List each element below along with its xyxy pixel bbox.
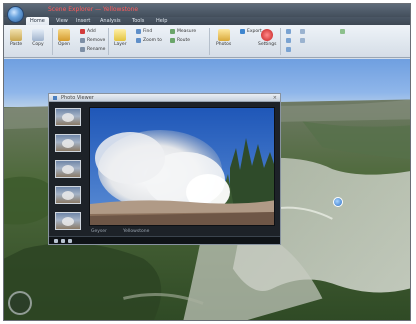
paste-icon (10, 29, 23, 41)
copy-label: Copy (32, 42, 44, 47)
gear-icon (261, 29, 274, 41)
tab-view[interactable]: View (52, 17, 72, 25)
thumbnail[interactable] (55, 134, 81, 152)
geyser-photo (90, 108, 274, 225)
dialog-title: Photo Viewer (61, 95, 94, 101)
placemark-icon[interactable] (333, 197, 343, 207)
option-icon (286, 29, 291, 34)
ribbon-tabs: Home View Insert Analysis Tools Help (4, 17, 410, 25)
layer-icon (114, 29, 127, 41)
layer-button[interactable]: Layer (114, 29, 127, 47)
ribbon-separator (209, 28, 210, 55)
thumbnail[interactable] (55, 212, 81, 230)
rename-label: Rename (87, 47, 106, 52)
remove-label: Remove (87, 38, 106, 43)
play-icon[interactable] (61, 239, 65, 243)
thumbnail[interactable] (55, 186, 81, 204)
layer-label: Layer (114, 42, 127, 47)
find-label: Find (143, 29, 153, 34)
close-icon[interactable]: × (273, 95, 277, 101)
zoom-to-label: Zoom to (143, 38, 162, 43)
ribbon-separator (52, 28, 53, 55)
measure-label: Measure (177, 29, 197, 34)
photo-icon (53, 96, 57, 100)
photo-viewer-dialog: Photo Viewer × Geyser Yellowstone (48, 93, 281, 245)
ribbon-option-5[interactable] (300, 38, 307, 43)
compass-icon[interactable] (8, 291, 32, 315)
settings-button[interactable]: Settings (258, 29, 276, 47)
next-icon[interactable] (68, 239, 72, 243)
globe-icon[interactable] (7, 6, 24, 23)
folder-icon (58, 29, 71, 41)
dialog-title-bar[interactable]: Photo Viewer × (49, 94, 280, 102)
ribbon-separator (280, 28, 281, 55)
ribbon-separator (108, 28, 109, 55)
option-icon (286, 38, 291, 43)
remove-icon (80, 38, 85, 43)
app-window: Scene Explorer — Yellowstone Home View I… (3, 3, 411, 321)
ribbon-option-1[interactable] (286, 29, 293, 34)
tab-insert[interactable]: Insert (72, 17, 94, 25)
export-icon (240, 29, 245, 34)
ribbon-option-6[interactable] (340, 29, 347, 34)
route-icon (170, 38, 175, 43)
open-label: Open (58, 42, 71, 47)
rename-icon (80, 47, 85, 52)
add-item[interactable]: Add (80, 29, 96, 34)
caption-left: Geyser (91, 229, 107, 234)
main-photo (89, 107, 275, 226)
option-icon (300, 29, 305, 34)
tab-help[interactable]: Help (152, 17, 171, 25)
paste-button[interactable]: Paste (10, 29, 22, 47)
window-title: Scene Explorer — Yellowstone (48, 6, 139, 13)
tab-tools[interactable]: Tools (128, 17, 148, 25)
thumbnail[interactable] (55, 160, 81, 178)
tab-analysis[interactable]: Analysis (96, 17, 125, 25)
find-item[interactable]: Find (136, 29, 152, 34)
ribbon: Paste Copy Open Add Remove Rename Layer (4, 25, 410, 58)
route-label: Route (177, 38, 191, 43)
settings-label: Settings (258, 42, 277, 47)
add-icon (80, 29, 85, 34)
caption-right: Yellowstone (123, 229, 150, 234)
copy-icon (32, 29, 44, 41)
previous-icon[interactable] (54, 239, 58, 243)
ribbon-option-3[interactable] (286, 47, 293, 52)
paste-label: Paste (10, 42, 23, 47)
search-icon (136, 29, 141, 34)
open-button[interactable]: Open (58, 29, 70, 47)
ruler-icon (170, 29, 175, 34)
option-icon (300, 38, 305, 43)
rename-item[interactable]: Rename (80, 47, 105, 52)
add-label: Add (87, 29, 96, 34)
copy-button[interactable]: Copy (32, 29, 44, 47)
photos-button[interactable]: Photos (216, 29, 231, 47)
zoom-to-item[interactable]: Zoom to (136, 38, 162, 43)
remove-item[interactable]: Remove (80, 38, 105, 43)
option-icon (286, 47, 291, 52)
dialog-controls (49, 236, 280, 244)
ribbon-option-2[interactable] (286, 38, 293, 43)
tab-home[interactable]: Home (26, 17, 49, 25)
photo-caption: Geyser Yellowstone (89, 229, 275, 236)
measure-item[interactable]: Measure (170, 29, 196, 34)
route-item[interactable]: Route (170, 38, 190, 43)
thumbnail[interactable] (55, 108, 81, 126)
option-icon (340, 29, 345, 34)
zoom-icon (136, 38, 141, 43)
photo-icon (217, 29, 230, 41)
title-bar: Scene Explorer — Yellowstone (4, 4, 410, 17)
photos-label: Photos (216, 42, 232, 47)
thumbnail-strip (55, 106, 81, 232)
ribbon-option-4[interactable] (300, 29, 307, 34)
